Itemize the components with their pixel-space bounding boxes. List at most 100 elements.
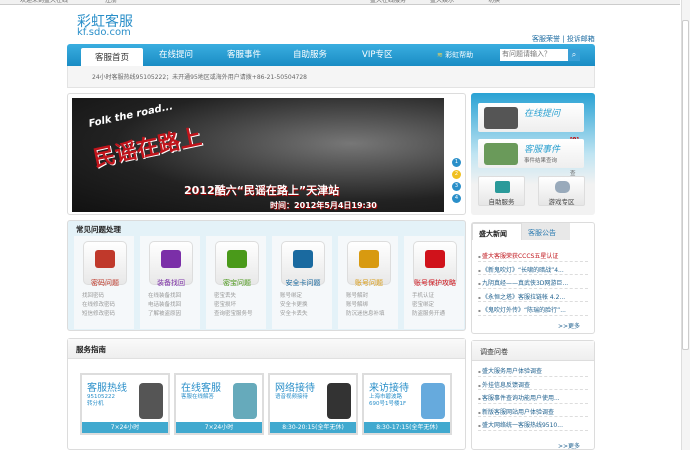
- guide-sub: 语音视频接待: [275, 394, 309, 400]
- guide-sub: 客服在线解答: [181, 394, 215, 400]
- guide-title: 网络接待: [275, 383, 315, 394]
- event-sub: 事件结果查询: [524, 158, 558, 164]
- nav-online-ask[interactable]: 在线提问: [159, 48, 193, 60]
- nav-vip[interactable]: VIP专区: [362, 48, 392, 60]
- banner-page-3[interactable]: 3: [452, 182, 461, 191]
- news-item[interactable]: 九阴真经——真武侠3D网游巨...: [478, 275, 588, 289]
- survey-box: 调查问卷 盛大服务用户体验调查外挂信息反馈调查客服事件查询功能用户使用...新版…: [471, 340, 595, 450]
- search-icon: ⌕: [571, 50, 577, 59]
- news-item[interactable]: 《新鬼吹灯》“长啸的暗战”4...: [478, 262, 588, 275]
- problem-card[interactable]: 安全卡问题 账号绑定 安全卡更换 安全卡丢失: [272, 236, 332, 329]
- guide-card[interactable]: 客服热线 95105222 转分机 7×24小时: [80, 373, 170, 435]
- event-button[interactable]: 客服事件 事件结果查询: [478, 139, 584, 168]
- self-label: 自助服务: [488, 198, 515, 206]
- building-icon: [421, 383, 445, 419]
- banner-time: 时间：2012年5月4日19:30: [270, 201, 377, 210]
- problem-card[interactable]: 账号问题 账号解封 账号解绑 防沉迷信息补填: [338, 236, 398, 329]
- problem-link[interactable]: 安全卡更换: [280, 301, 308, 310]
- basket-icon: [495, 181, 510, 193]
- problem-link[interactable]: 了解被盗原因: [148, 310, 181, 319]
- complaint-link[interactable]: 投诉邮箱: [567, 35, 595, 43]
- hotline-notice: 24小时客服热线95105222；未开通95地区或海外用户请拨+86-21-50…: [67, 66, 595, 88]
- problem-link[interactable]: 在线装备找回: [148, 292, 181, 301]
- survey-title: 调查问卷: [472, 341, 594, 361]
- problem-icon-box: 密宝问题: [215, 241, 259, 287]
- news-more-link[interactable]: >>更多: [558, 321, 580, 330]
- service-menu[interactable]: 盛大在线服务: [370, 0, 406, 4]
- problem-link[interactable]: 密宝绑定: [412, 301, 445, 310]
- problem-link[interactable]: 查询密宝服务号: [214, 310, 253, 319]
- service-guide: 服务指南 客服热线 95105222 转分机 7×24小时 在线客服 客服在线解答 …: [67, 338, 466, 450]
- top-bar: 欢迎来到盛大在线 注册 盛大在线服务 盛大娱乐 切换: [0, 0, 680, 5]
- problem-card[interactable]: 密宝问题 密宝丢失 密宝损坏 查询密宝服务号: [206, 236, 266, 329]
- guide-title: 客服热线: [87, 383, 127, 394]
- banner-page-1[interactable]: 1: [452, 158, 461, 167]
- guide-sub: 690号1号楼1F: [369, 401, 407, 407]
- problem-link[interactable]: 在线修改密码: [82, 301, 115, 310]
- problem-icon-box: 账号问题: [347, 241, 391, 287]
- problem-link[interactable]: 防沉迷信息补填: [346, 310, 385, 319]
- card-icon: [293, 250, 313, 268]
- switch-link[interactable]: 切换: [488, 0, 500, 4]
- survey-item[interactable]: 新版客服网站用户体验调查: [478, 404, 588, 417]
- tab-news[interactable]: 盛大新闻: [472, 223, 522, 240]
- logo-en[interactable]: kf.sdo.com: [77, 27, 131, 38]
- ent-menu[interactable]: 盛大娱乐: [430, 0, 454, 4]
- banner-page-4[interactable]: 4: [452, 194, 461, 203]
- guide-sub: 上海市碧波路: [369, 394, 403, 400]
- news-item[interactable]: 《永恒之塔》客服拉链帐 4.2...: [478, 289, 588, 302]
- problem-card[interactable]: 账号保护攻略 手机认证 密宝绑定 防盗服务开通: [404, 236, 464, 329]
- problem-name: 安全卡问题: [285, 279, 321, 287]
- guide-card[interactable]: 在线客服 客服在线解答 7×24小时: [174, 373, 264, 435]
- problem-icon-box: 安全卡问题: [281, 241, 325, 287]
- news-item[interactable]: 盛大客服荣获CCCS五星认证: [478, 248, 588, 262]
- problem-name: 装备找回: [157, 279, 185, 287]
- problem-card[interactable]: 装备找回 在线装备找回 电话装备找回 了解被盗原因: [140, 236, 200, 329]
- survey-item[interactable]: 盛大服务用户体验调查: [478, 363, 588, 377]
- problem-link[interactable]: 防盗服务开通: [412, 310, 445, 319]
- problem-link[interactable]: 账号绑定: [280, 292, 308, 301]
- banner-title: 民谣在路上: [91, 124, 204, 173]
- banner-image[interactable]: Folk the road... 民谣在路上 2012酷六“民谣在路上”天津站 …: [72, 98, 444, 212]
- problem-link[interactable]: 密宝损坏: [214, 301, 253, 310]
- survey-item[interactable]: 客服事件查询功能用户使用...: [478, 390, 588, 404]
- nav-home[interactable]: 客服首页: [81, 48, 143, 66]
- self-service-button[interactable]: 自助服务: [478, 176, 525, 206]
- survey-item[interactable]: 盛大网络统一客服热线9510...: [478, 417, 588, 431]
- game-zone-button[interactable]: 游戏专区: [538, 176, 585, 206]
- problem-link[interactable]: 找回密码: [82, 292, 115, 301]
- online-ask-button[interactable]: 在线提问 提问结果查询 [0]: [478, 103, 584, 185]
- guide-card[interactable]: 来访接待 上海市碧波路 690号1号楼1F 8:30-17:15(全年无休): [362, 373, 452, 435]
- problem-card[interactable]: 密码问题 找回密码 在线修改密码 短信修改密码: [74, 236, 134, 329]
- survey-item[interactable]: 外挂信息反馈调查: [478, 377, 588, 390]
- tab-notice[interactable]: 客服公告: [522, 223, 570, 240]
- welcome-text: 欢迎来到盛大在线: [20, 0, 69, 4]
- problem-link[interactable]: 账号解封: [346, 292, 385, 301]
- game-label: 游戏专区: [548, 198, 575, 206]
- nav-events[interactable]: 客服事件: [227, 48, 261, 60]
- problem-link[interactable]: 手机认证: [412, 292, 445, 301]
- problem-link[interactable]: 电话装备找回: [148, 301, 181, 310]
- honor-link[interactable]: 客服荣誉: [532, 35, 560, 43]
- problem-link[interactable]: 密宝丢失: [214, 292, 253, 301]
- banner-page-2[interactable]: 2: [452, 170, 461, 179]
- survey-more-link[interactable]: >>更多: [558, 441, 580, 450]
- news-item[interactable]: 《鬼吹灯外传》“陈瑞的脸行”...: [478, 302, 588, 316]
- register-link[interactable]: 注册: [105, 0, 117, 4]
- guide-hours: 7×24小时: [82, 422, 168, 433]
- guide-hours: 8:30-20:15(全年无休): [270, 422, 356, 433]
- problem-name: 密宝问题: [223, 279, 251, 287]
- help-link[interactable]: ≋ 彩虹帮助: [437, 50, 473, 60]
- section-title: 常见问题处理: [76, 225, 121, 234]
- problem-link[interactable]: 账号解绑: [346, 301, 385, 310]
- search-button[interactable]: ⌕: [568, 49, 580, 61]
- search-input[interactable]: [500, 49, 568, 61]
- problem-name: 账号保护攻略: [414, 279, 456, 287]
- problem-link[interactable]: 安全卡丢失: [280, 310, 308, 319]
- banner-event: 2012酷六“民谣在路上”天津站: [184, 184, 340, 197]
- problem-link[interactable]: 短信修改密码: [82, 310, 115, 319]
- scrollbar-thumb[interactable]: [682, 20, 689, 350]
- cart-icon: [161, 250, 181, 268]
- nav-self-service[interactable]: 自助服务: [293, 48, 327, 60]
- guide-card[interactable]: 网络接待 语音视频接待 8:30-20:15(全年无休): [268, 373, 358, 435]
